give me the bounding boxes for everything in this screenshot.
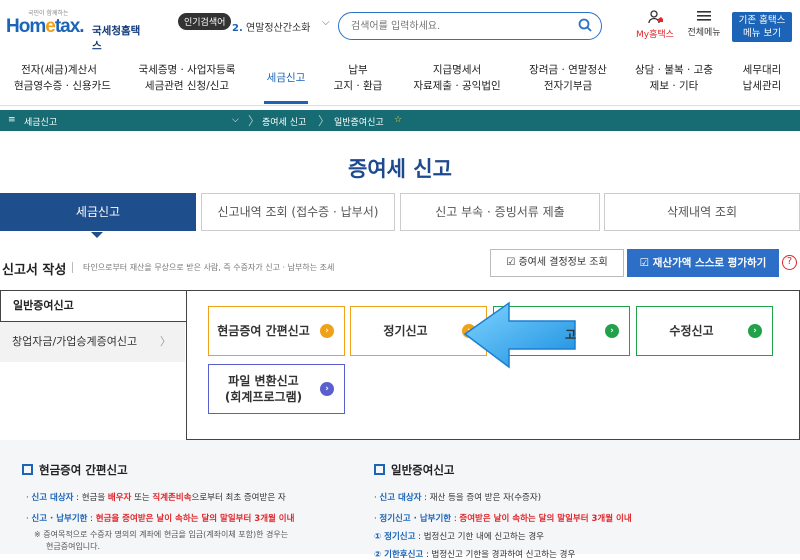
tab-filing-history[interactable]: 신고내역 조회 (접수증 · 납부서) [201,193,395,231]
chevron-down-icon[interactable]: ⌵ [322,17,330,28]
tab-bar: 세금신고 신고내역 조회 (접수증 · 납부서) 신고 부속 · 증빙서류 제출… [0,193,800,233]
tab-active-pointer [91,232,103,238]
left-menu-startup-label: 창업자금/가업승계증여신고 [12,335,138,348]
popular-search-badge: 인기검색어 [178,13,232,30]
breadcrumb-separator-icon: 〉 [248,114,261,128]
nav-tax-certificate[interactable]: 국세증명 · 사업자등록 세금관련 신청/신고 [132,62,242,94]
user-home-icon [648,10,663,24]
old-hometax-line2: 메뉴 보기 [743,28,781,39]
amended-filing-card[interactable]: 수정신고 › [636,306,773,356]
nav-incentive[interactable]: 장려금 · 연말정산 전자기부금 [518,62,618,94]
section-description: 타인으로부터 재산을 무상으로 받은 사람, 즉 수증자가 신고 · 납부하는 … [72,262,334,273]
nav-tax-agent[interactable]: 세무대리 납세관리 [730,62,794,94]
general-gift-late-line: ② 기한후신고 : 법정신고 기한을 경과하여 신고하는 경우 [374,550,576,560]
hometax-logo[interactable]: 국민이 함께하는 Hometax. 국세청홈택스 [6,8,141,52]
square-bullet-icon [22,464,33,475]
menu-icon[interactable]: ≡ [8,115,16,125]
breadcrumb-level3[interactable]: 일반증여신고 [334,115,384,128]
logo-korean-name: 국세청홈택스 [92,25,141,52]
checklist-icon: ☑ [506,257,519,268]
arrow-right-icon: › [320,382,334,396]
card-label: 정기신고 [383,324,428,338]
arrow-right-icon: › [748,324,762,338]
logo-brand: Hometax. [6,16,85,37]
card-label: 수정신고 [669,324,714,338]
self-evaluation-label: 재산가액 스스로 평가하기 [652,257,767,269]
general-gift-info-title: 일반증여신고 [374,462,454,478]
breadcrumb-separator-icon: 〉 [318,114,331,128]
nav-active-indicator [264,101,308,104]
file-conversion-filing-card[interactable]: 파일 변환신고 (회계프로그램) › [208,364,345,414]
myhome-label: My홈택스 [636,30,674,40]
self-evaluation-button[interactable]: ☑ 재산가액 스스로 평가하기 [627,249,779,277]
arrow-right-icon: › [605,324,619,338]
section-title: 신고서 작성 [2,263,67,278]
cash-gift-note-line2: 현금증여입니다. [46,542,101,551]
favorite-star-icon[interactable]: ☆ [394,115,402,125]
search-input[interactable] [351,18,571,34]
old-hometax-menu-button[interactable]: 기존 홈택스 메뉴 보기 [732,12,792,42]
breadcrumb-level2[interactable]: 증여세 신고 [262,115,306,128]
global-nav: 전자(세금)계산서 현금영수증 · 신용카드 국세증명 · 사업자등록 세금관련 신… [0,56,800,106]
nav-consulting[interactable]: 상담 · 불복 · 고충 제보 · 기타 [628,62,720,94]
nav-e-invoice[interactable]: 전자(세금)계산서 현금영수증 · 신용카드 [14,62,111,94]
chevron-right-icon: 〉 [160,335,171,348]
popular-search-term[interactable]: 2. 연말정산간소화 [232,19,310,34]
tab-tax-filing[interactable]: 세금신고 [0,193,196,231]
late-filing-label-visible: 고 [565,328,577,342]
left-menu-general-gift[interactable]: 일반증여신고 [0,290,187,322]
cash-gift-deadline-line: · 신고 · 납부기한 : 현금을 증여받은 날이 속하는 달의 말일부터 3개… [26,514,295,524]
filing-panel: 일반증여신고 창업자금/가업승계증여신고 〉 현금증여 간편신고 › 정기신고 ›… [0,290,800,440]
nav-statement[interactable]: 지급명세서 자료제출 · 공익법인 [402,62,512,94]
search-icon[interactable] [578,18,592,32]
gift-tax-decision-label: 증여세 결정정보 조회 [518,257,608,268]
tab-attachment-submit[interactable]: 신고 부속 · 증빙서류 제출 [400,193,600,231]
tab-deleted-history[interactable]: 삭제내역 조회 [604,193,800,231]
page-title: 증여세 신고 [348,157,452,181]
left-menu-startup-gift[interactable]: 창업자금/가업승계증여신고 〉 [0,322,185,362]
checklist-icon: ☑ [639,257,653,269]
cash-gift-target-line: · 신고 대상자 : 현금을 배우자 또는 직계존비속으로부터 최초 증여받은 … [26,493,286,503]
hamburger-icon [697,11,711,21]
card-label: 파일 변환신고 (회계프로그램) [224,374,303,404]
cash-gift-info-title: 현금증여 간편신고 [22,462,128,478]
general-gift-regular-line: ① 정기신고 : 법정신고 기한 내에 신고하는 경우 [374,532,544,542]
square-bullet-icon [374,464,385,475]
info-section: 현금증여 간편신고 · 신고 대상자 : 현금을 배우자 또는 직계존비속으로부… [0,440,800,560]
nav-tax-filing[interactable]: 세금신고 [258,70,314,86]
general-gift-deadline-line: · 정기신고 · 납부기한 : 증여받은 날이 속하는 달의 말일부터 3개월 … [374,514,632,524]
help-icon[interactable]: ? [782,255,797,270]
breadcrumb: ≡ 세금신고 ⌵ 〉 증여세 신고 〉 일반증여신고 ☆ [0,110,800,131]
nav-payment[interactable]: 납부 고지 · 환급 [328,62,388,94]
search-box [338,12,602,40]
pointer-arrow-icon [463,301,576,369]
breadcrumb-level1[interactable]: 세금신고 [24,115,57,128]
all-menu-label: 전체메뉴 [687,28,721,38]
old-hometax-line1: 기존 홈택스 [738,15,786,26]
chevron-down-icon[interactable]: ⌵ [232,115,239,125]
card-label: 현금증여 간편신고 [217,324,310,338]
header: 국민이 함께하는 Hometax. 국세청홈택스 인기검색어 2. 연말정산간소… [0,0,800,52]
cash-gift-note-line1: ※ 증여목적으로 수증자 명의의 계좌에 현금을 입금(계좌이체 포함)한 경우… [34,530,289,539]
all-menu-button[interactable]: 전체메뉴 [684,10,724,38]
arrow-right-icon: › [320,324,334,338]
myhome-button[interactable]: My홈택스 [632,10,678,40]
cash-gift-simple-filing-card[interactable]: 현금증여 간편신고 › [208,306,345,356]
gift-tax-decision-button[interactable]: ☑ 증여세 결정정보 조회 [490,249,624,277]
general-gift-target-line: · 신고 대상자 : 재산 등을 증여 받은 자(수증자) [374,493,542,503]
